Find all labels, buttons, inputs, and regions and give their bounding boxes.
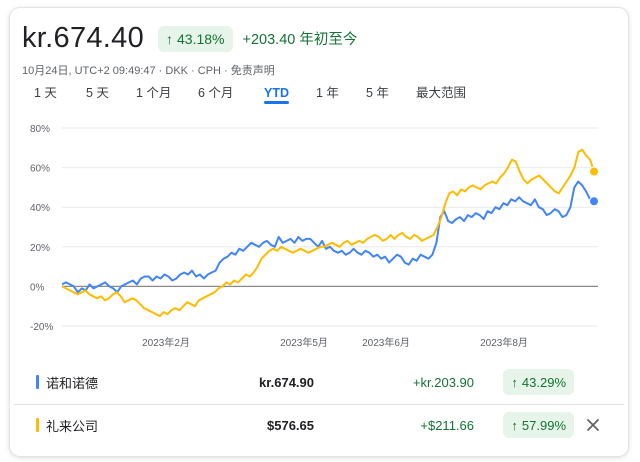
- series-line-novo-nordisk: [61, 180, 595, 294]
- x-tick-aug: 2023年8月: [480, 336, 528, 349]
- arrow-up-icon: ↑: [511, 374, 518, 390]
- comparison-chart[interactable]: 80% 60% 40% 20% 0% -20% 2023年2月 2023年5月 …: [10, 8, 628, 358]
- series-swatch-yellow: [36, 418, 39, 432]
- legend-pct-badge: ↑ 43.29%: [503, 369, 574, 395]
- y-tick-neg20: -20%: [30, 322, 53, 333]
- stock-comparison-card: kr.674.40 ↑ 43.18% +203.40 年初至今 10月24日, …: [10, 8, 628, 456]
- series-end-marker-eli-lilly: [589, 166, 599, 177]
- legend-name: 礼来公司: [46, 418, 99, 434]
- y-axis-ticks: 80% 60% 40% 20% 0% -20%: [30, 124, 53, 333]
- series-line-eli-lilly: [61, 148, 595, 318]
- legend-delta: +$211.66: [420, 417, 474, 433]
- chart-series: [61, 148, 599, 318]
- legend-delta: +kr.203.90: [412, 374, 474, 390]
- x-axis-ticks: 2023年2月 2023年5月 2023年6月 2023年8月: [142, 336, 528, 349]
- x-tick-jun: 2023年6月: [362, 336, 410, 349]
- y-tick-60: 60%: [30, 164, 50, 175]
- legend-row-novo-nordisk[interactable]: 诺和诺德 kr.674.90 +kr.203.90 ↑ 43.29%: [14, 362, 624, 402]
- arrow-up-icon: ↑: [511, 417, 518, 433]
- x-tick-may: 2023年5月: [280, 336, 328, 349]
- y-tick-20: 20%: [30, 243, 50, 254]
- y-tick-0: 0%: [30, 282, 45, 293]
- legend-price: $576.65: [267, 417, 314, 433]
- chart-gridlines: [62, 127, 598, 327]
- legend-pct: 57.99%: [521, 417, 566, 433]
- series-swatch-blue: [36, 375, 39, 389]
- series-end-marker-novo-nordisk: [589, 196, 599, 207]
- y-tick-80: 80%: [30, 124, 50, 135]
- remove-comparison-button[interactable]: [584, 416, 602, 434]
- y-tick-40: 40%: [30, 203, 50, 214]
- legend-name: 诺和诺德: [46, 375, 99, 391]
- x-tick-feb: 2023年2月: [142, 336, 190, 349]
- legend-pct-badge: ↑ 57.99%: [503, 412, 574, 438]
- legend-row-eli-lilly[interactable]: 礼来公司 $576.65 +$211.66 ↑ 57.99%: [14, 404, 624, 445]
- close-icon: [587, 419, 599, 431]
- legend-price: kr.674.90: [259, 374, 314, 390]
- legend-pct: 43.29%: [521, 374, 566, 390]
